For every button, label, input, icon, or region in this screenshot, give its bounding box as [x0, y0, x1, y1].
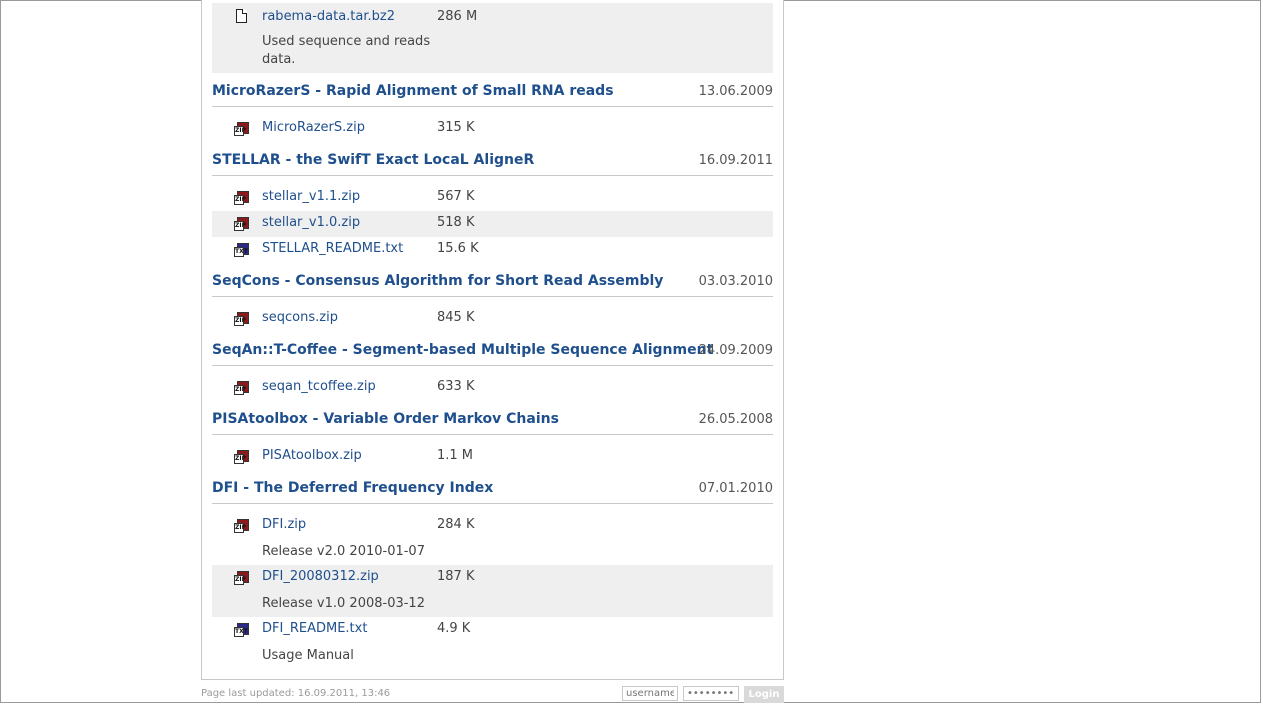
- list-item: ZIP PISAtoolbox.zip 1.1 M: [212, 444, 773, 470]
- file-link[interactable]: DFI_README.txt: [262, 621, 367, 636]
- file-link[interactable]: rabema-data.tar.bz2: [262, 9, 395, 24]
- section-heading: SeqCons - Consensus Algorithm for Short …: [212, 272, 773, 297]
- file-line: rabema-data.tar.bz2 286 M: [212, 3, 773, 29]
- list-item: ZIP seqan_tcoffee.zip 633 K: [212, 375, 773, 401]
- username-input[interactable]: [622, 686, 678, 701]
- password-input[interactable]: [683, 686, 739, 701]
- file-size: 1.1 M: [437, 448, 474, 463]
- list-item: ZIP MicroRazerS.zip 315 K: [212, 116, 773, 142]
- file-description: Release v2.0 2010-01-07: [262, 544, 425, 559]
- list-item: ZIP DFI.zip 284 K Release v2.0 2010-01-0…: [212, 513, 773, 565]
- zip-icon: ZIP: [234, 519, 249, 534]
- file-size: 633 K: [437, 379, 475, 394]
- section-heading: SeqAn::T-Coffee - Segment-based Multiple…: [212, 341, 773, 366]
- file-link[interactable]: DFI_20080312.zip: [262, 569, 379, 584]
- login-button[interactable]: Login: [744, 686, 784, 703]
- file-description: Used sequence and reads data.: [262, 34, 431, 67]
- file-link[interactable]: DFI.zip: [262, 517, 306, 532]
- list-item: ZIP seqcons.zip 845 K: [212, 306, 773, 332]
- zip-icon: ZIP: [234, 571, 249, 586]
- txt-icon: TXT: [234, 243, 249, 258]
- file-link[interactable]: STELLAR_README.txt: [262, 241, 403, 256]
- file-description: Usage Manual: [262, 648, 354, 663]
- file-line: ZIP DFI_20080312.zip 187 K: [212, 565, 773, 591]
- file-description: Release v1.0 2008-03-12: [262, 596, 425, 611]
- file-size: 4.9 K: [437, 621, 471, 636]
- file-line: TXT DFI_README.txt 4.9 K: [212, 617, 773, 643]
- last-updated: Page last updated: 16.09.2011, 13:46: [201, 688, 391, 699]
- section-date: 07.01.2010: [698, 481, 773, 496]
- section-title[interactable]: MicroRazerS - Rapid Alignment of Small R…: [212, 83, 614, 99]
- file-link[interactable]: MicroRazerS.zip: [262, 120, 365, 135]
- section-title[interactable]: PISAtoolbox - Variable Order Markov Chai…: [212, 411, 559, 427]
- section-heading: STELLAR - the SwifT Exact LocaL AligneR …: [212, 151, 773, 176]
- file-link[interactable]: stellar_v1.1.zip: [262, 189, 360, 204]
- section-title[interactable]: DFI - The Deferred Frequency Index: [212, 480, 493, 496]
- section-date: 03.03.2010: [698, 274, 773, 289]
- file-line: ZIP DFI.zip 284 K: [212, 513, 773, 539]
- file-link[interactable]: stellar_v1.0.zip: [262, 215, 360, 230]
- file-size: 845 K: [437, 310, 475, 325]
- list-item: ZIP stellar_v1.0.zip 518 K: [212, 211, 773, 237]
- section-heading: MicroRazerS - Rapid Alignment of Small R…: [212, 82, 773, 107]
- list-item: ZIP DFI_20080312.zip 187 K Release v1.0 …: [212, 565, 773, 617]
- list-item: TXT STELLAR_README.txt 15.6 K: [212, 237, 773, 263]
- section-heading: DFI - The Deferred Frequency Index 07.01…: [212, 479, 773, 504]
- file-link[interactable]: PISAtoolbox.zip: [262, 448, 362, 463]
- txt-icon: TXT: [234, 623, 249, 638]
- section-title[interactable]: STELLAR - the SwifT Exact LocaL AligneR: [212, 152, 534, 168]
- downloads-panel: rabema-data.tar.bz2 286 M Used sequence …: [201, 0, 784, 680]
- list-item: TXT DFI_README.txt 4.9 K Usage Manual: [212, 617, 773, 669]
- zip-icon: ZIP: [234, 450, 249, 465]
- file-size: 518 K: [437, 215, 475, 230]
- file-size: 15.6 K: [437, 241, 479, 256]
- section-date: 13.06.2009: [698, 84, 773, 99]
- file-size: 286 M: [437, 9, 478, 24]
- section-date: 24.09.2009: [698, 343, 773, 358]
- file-size: 315 K: [437, 120, 475, 135]
- list-item: rabema-data.tar.bz2 286 M Used sequence …: [212, 3, 773, 73]
- file-link[interactable]: seqcons.zip: [262, 310, 338, 325]
- section-title[interactable]: SeqAn::T-Coffee - Segment-based Multiple…: [212, 342, 713, 358]
- zip-icon: ZIP: [234, 312, 249, 327]
- file-size: 187 K: [437, 569, 475, 584]
- zip-icon: ZIP: [234, 381, 249, 396]
- document-icon: [236, 9, 251, 24]
- file-link[interactable]: seqan_tcoffee.zip: [262, 379, 376, 394]
- list-item: ZIP stellar_v1.1.zip 567 K: [212, 185, 773, 211]
- zip-icon: ZIP: [234, 122, 249, 137]
- section-title[interactable]: SeqCons - Consensus Algorithm for Short …: [212, 273, 663, 289]
- section-heading: PISAtoolbox - Variable Order Markov Chai…: [212, 410, 773, 435]
- zip-icon: ZIP: [234, 191, 249, 206]
- file-size: 284 K: [437, 517, 475, 532]
- zip-icon: ZIP: [234, 217, 249, 232]
- section-date: 16.09.2011: [698, 153, 773, 168]
- file-size: 567 K: [437, 189, 475, 204]
- section-date: 26.05.2008: [698, 412, 773, 427]
